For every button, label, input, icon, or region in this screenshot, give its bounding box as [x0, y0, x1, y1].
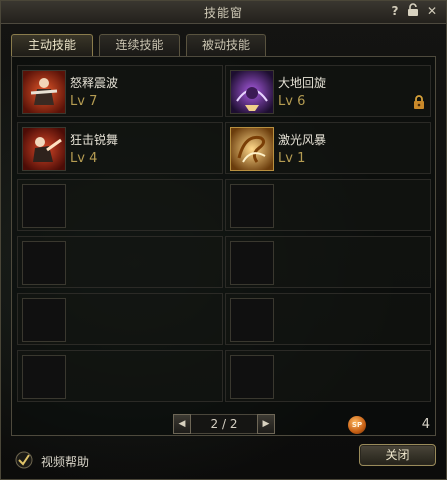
page-navigator: ◀ 2 / 2 ▶: [173, 414, 275, 434]
sp-value: 4: [421, 417, 430, 432]
video-help-label: 视频帮助: [41, 455, 90, 469]
tab-active-skills[interactable]: 主动技能: [11, 34, 93, 56]
empty-skill-slot: [225, 179, 431, 231]
empty-skill-slot: [17, 236, 223, 288]
red-warrior-skill-icon: [22, 70, 66, 114]
tab-combo-skills[interactable]: 连续技能: [99, 34, 180, 56]
tab-passive-skills[interactable]: 被动技能: [186, 34, 266, 56]
question-icon[interactable]: ?: [388, 3, 402, 19]
window-title: 技能窗: [203, 6, 243, 20]
empty-icon-frame: [230, 184, 274, 228]
skill-level: Lv 4: [70, 151, 98, 166]
empty-icon-frame: [22, 184, 66, 228]
lock-open-icon[interactable]: [406, 3, 420, 19]
empty-skill-slot: [17, 179, 223, 231]
skill-name: 怒释震波: [70, 76, 119, 90]
empty-skill-slot: [225, 350, 431, 402]
empty-skill-slot: [17, 350, 223, 402]
skill-slot[interactable]: 狂击锐舞 Lv 4: [17, 122, 223, 174]
empty-icon-frame: [230, 241, 274, 285]
lock-icon[interactable]: [412, 94, 426, 110]
skill-level: Lv 7: [70, 94, 98, 109]
skill-list-panel: 怒释震波 Lv 7 大地回旋 Lv 6 狂击锐舞 Lv 4 激光风暴 Lv 1: [11, 56, 436, 436]
empty-skill-slot: [225, 293, 431, 345]
empty-icon-frame: [22, 355, 66, 399]
sp-icon: SP: [348, 416, 366, 434]
prev-page-button[interactable]: ◀: [173, 414, 191, 434]
empty-icon-frame: [22, 298, 66, 342]
skill-name: 大地回旋: [278, 76, 327, 90]
purple-spin-skill-icon: [230, 70, 274, 114]
close-button[interactable]: 关闭: [359, 444, 436, 466]
title-bar[interactable]: 技能窗 ? ✕: [1, 1, 446, 24]
skill-name: 狂击锐舞: [70, 133, 119, 147]
skill-level: Lv 1: [278, 151, 306, 166]
empty-skill-slot: [225, 236, 431, 288]
skill-window: 技能窗 ? ✕ 主动技能 连续技能 被动技能 怒释震波 Lv 7 大地回旋 Lv…: [0, 0, 447, 480]
checkmark-icon[interactable]: [15, 451, 33, 469]
skill-slot[interactable]: 怒释震波 Lv 7: [17, 65, 223, 117]
skill-level: Lv 6: [278, 94, 306, 109]
skill-slot[interactable]: 大地回旋 Lv 6: [225, 65, 431, 117]
empty-icon-frame: [22, 241, 66, 285]
empty-skill-slot: [17, 293, 223, 345]
empty-icon-frame: [230, 355, 274, 399]
next-page-button[interactable]: ▶: [257, 414, 275, 434]
skill-name: 激光风暴: [278, 133, 327, 147]
red-strike-skill-icon: [22, 127, 66, 171]
empty-icon-frame: [230, 298, 274, 342]
golden-swirl-skill-icon: [230, 127, 274, 171]
close-icon[interactable]: ✕: [425, 3, 439, 19]
page-indicator: 2 / 2: [191, 414, 257, 434]
skill-slot[interactable]: 激光风暴 Lv 1: [225, 122, 431, 174]
